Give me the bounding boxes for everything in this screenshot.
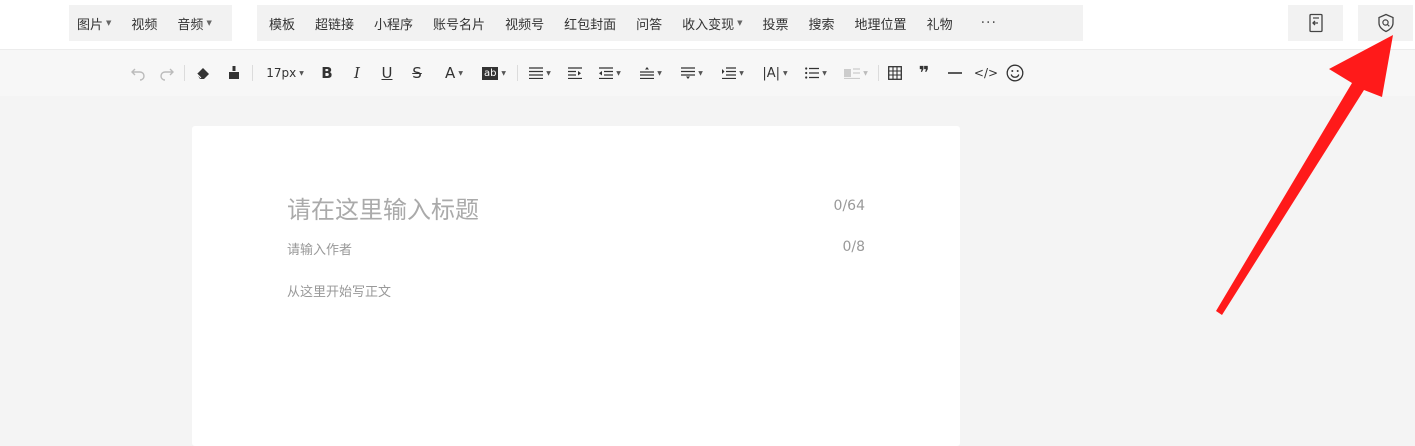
chevron-down-icon: ▼	[458, 69, 463, 77]
format-painter-button[interactable]	[224, 62, 244, 84]
menu-item-search[interactable]: 搜索	[809, 14, 835, 33]
emoji-button[interactable]	[1005, 62, 1025, 84]
menu-item-mini-program[interactable]: 小程序	[374, 14, 413, 33]
title-char-count: 0/64	[833, 198, 865, 214]
originality-protection-button[interactable]	[1358, 5, 1413, 41]
align-icon	[529, 67, 544, 79]
format-painter-icon	[229, 66, 239, 79]
import-document-icon	[1308, 13, 1323, 33]
divider-button[interactable]	[945, 62, 965, 84]
chevron-down-icon: ▼	[739, 69, 744, 77]
line-height-button[interactable]: ▼	[637, 62, 665, 84]
strikethrough-button[interactable]: S	[408, 62, 426, 84]
chevron-down-icon: ▼	[501, 69, 507, 77]
chevron-down-icon: ▼	[206, 19, 212, 27]
code-icon: </>	[973, 66, 999, 80]
strikethrough-icon: S	[412, 64, 422, 82]
redo-icon	[160, 68, 174, 81]
chevron-down-icon: ▼	[737, 19, 743, 27]
list-button[interactable]: ▼	[802, 62, 830, 84]
line-height-icon	[640, 67, 655, 79]
align-button[interactable]: ▼	[526, 62, 554, 84]
menu-item-channels[interactable]: 视频号	[505, 14, 544, 33]
font-color-icon: A	[445, 64, 456, 82]
chevron-down-icon: ▼	[616, 69, 621, 77]
code-button[interactable]: </>	[973, 62, 999, 84]
shield-check-icon	[1377, 13, 1394, 33]
undo-button[interactable]	[129, 62, 147, 84]
chevron-down-icon: ▼	[822, 69, 827, 77]
menu-item-monetization[interactable]: 收入变现 ▼	[682, 14, 742, 33]
author-input[interactable]: 请输入作者	[287, 239, 352, 258]
underline-icon: U	[381, 64, 393, 82]
undo-icon	[131, 68, 145, 81]
letter-spacing-button[interactable]: ▼	[719, 62, 747, 84]
block-style-button[interactable]: ▼	[842, 62, 870, 84]
background-color-button[interactable]: ab ▼	[479, 62, 509, 84]
outdent-button[interactable]: ▼	[596, 62, 624, 84]
top-menu-bar: 图片 ▼ 视频 音频 ▼ 模板 超链接 小程序 账号名片 视频号 红包封面 问答 收…	[0, 0, 1415, 49]
chevron-down-icon: ▼	[546, 69, 551, 77]
menu-item-audio[interactable]: 音频 ▼	[177, 14, 211, 33]
divider-icon	[948, 72, 962, 74]
block-style-icon	[844, 68, 861, 79]
chevron-down-icon: ▼	[106, 19, 112, 27]
bold-button[interactable]: B	[318, 62, 336, 84]
clear-format-button[interactable]	[193, 62, 213, 84]
insert-media-group: 图片 ▼ 视频 音频 ▼	[69, 5, 232, 41]
chevron-down-icon: ▼	[299, 69, 304, 77]
emoji-icon	[1006, 64, 1024, 82]
menu-item-qa[interactable]: 问答	[636, 14, 662, 33]
text-direction-button[interactable]: |A| ▼	[760, 62, 790, 84]
italic-button[interactable]: I	[348, 62, 366, 84]
quote-icon: ❞	[918, 62, 930, 84]
toolbar-divider	[878, 65, 879, 81]
menu-item-image[interactable]: 图片 ▼	[77, 14, 111, 33]
toolbar-divider	[517, 65, 518, 81]
paragraph-spacing-icon	[681, 67, 696, 79]
menu-item-video[interactable]: 视频	[131, 14, 157, 33]
letter-spacing-icon	[722, 67, 737, 79]
outdent-icon	[599, 67, 614, 79]
quote-button[interactable]: ❞	[915, 62, 933, 84]
underline-button[interactable]: U	[378, 62, 396, 84]
menu-item-location[interactable]: 地理位置	[855, 14, 907, 33]
text-direction-icon: |A|	[762, 65, 781, 81]
toolbar-divider	[184, 65, 185, 81]
title-input[interactable]: 请在这里输入标题	[287, 190, 479, 225]
body-editor[interactable]: 从这里开始写正文	[287, 281, 391, 300]
paragraph-spacing-button[interactable]: ▼	[678, 62, 706, 84]
menu-item-template[interactable]: 模板	[269, 14, 295, 33]
chevron-down-icon: ▼	[863, 69, 868, 77]
insert-content-group: 模板 超链接 小程序 账号名片 视频号 红包封面 问答 收入变现 ▼ 投票 搜索 …	[257, 5, 1083, 41]
list-icon	[805, 67, 820, 79]
eraser-icon	[196, 68, 209, 79]
font-size-select[interactable]: 17px ▼	[260, 62, 310, 84]
formatting-toolbar: 17px ▼ B I U S A ▼ ab ▼ ▼ ▼ ▼ ▼ ▼ |A| ▼ ▼ ▼ …	[0, 49, 1415, 96]
import-document-button[interactable]	[1288, 5, 1343, 41]
indent-button[interactable]	[566, 62, 584, 84]
editor-canvas: 请在这里输入标题 0/64 请输入作者 0/8 从这里开始写正文	[192, 126, 960, 446]
menu-item-red-packet-cover[interactable]: 红包封面	[564, 14, 616, 33]
bold-icon: B	[321, 64, 333, 82]
chevron-down-icon: ▼	[657, 69, 662, 77]
indent-icon	[568, 67, 582, 79]
redo-button[interactable]	[158, 62, 176, 84]
table-button[interactable]	[886, 62, 904, 84]
italic-icon: I	[354, 64, 360, 82]
more-icon[interactable]: ···	[981, 15, 997, 31]
chevron-down-icon: ▼	[783, 69, 788, 77]
table-icon	[888, 66, 902, 80]
toolbar-divider	[252, 65, 253, 81]
author-char-count: 0/8	[842, 239, 865, 255]
background-color-icon: ab	[481, 66, 499, 80]
menu-item-gift[interactable]: 礼物	[927, 14, 953, 33]
menu-item-hyperlink[interactable]: 超链接	[315, 14, 354, 33]
menu-item-account-card[interactable]: 账号名片	[433, 14, 485, 33]
menu-item-vote[interactable]: 投票	[763, 14, 789, 33]
font-color-button[interactable]: A ▼	[440, 62, 468, 84]
chevron-down-icon: ▼	[698, 69, 703, 77]
